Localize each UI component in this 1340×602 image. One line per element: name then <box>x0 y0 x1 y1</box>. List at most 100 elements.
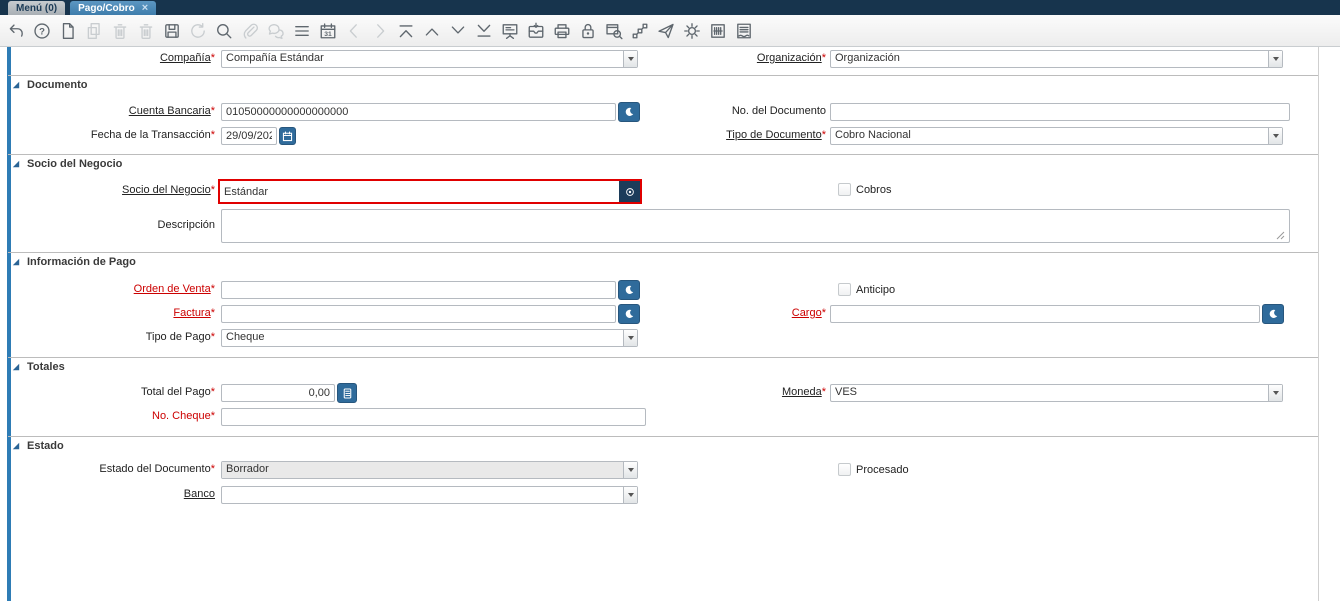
dropdown-arrow-icon[interactable] <box>1268 385 1282 401</box>
compania-select[interactable]: Compañía Estándar <box>221 50 638 68</box>
workflow-icon[interactable] <box>631 22 649 40</box>
moneda-select[interactable]: VES <box>830 384 1283 402</box>
payment-form: Compañía* Compañía Estándar Organización… <box>0 47 1340 601</box>
export-icon[interactable] <box>709 22 727 40</box>
anticipo-checkbox-label: Anticipo <box>856 284 895 296</box>
socio-negocio-field[interactable] <box>220 181 619 202</box>
no-documento-field[interactable] <box>830 103 1290 121</box>
cuenta-bancaria-label[interactable]: Cuenta Bancaria* <box>0 105 215 117</box>
tipo-pago-value: Cheque <box>222 330 623 346</box>
banco-select[interactable] <box>221 486 638 504</box>
requests-icon[interactable] <box>657 22 675 40</box>
orden-venta-label[interactable]: Orden de Venta* <box>0 283 215 295</box>
total-pago-calculator-button[interactable] <box>337 383 357 403</box>
toolbar: ? 31 <box>0 15 1340 47</box>
tipo-documento-label[interactable]: Tipo de Documento* <box>644 129 826 141</box>
tab-pago-cobro[interactable]: Pago/Cobro × <box>70 1 156 15</box>
dropdown-arrow-icon[interactable] <box>1268 128 1282 144</box>
process-icon[interactable] <box>683 22 701 40</box>
section-documento[interactable]: Documento <box>12 79 88 91</box>
calendar-icon[interactable]: 31 <box>319 22 337 40</box>
previous-record-icon[interactable] <box>423 22 441 40</box>
new-record-icon[interactable] <box>59 22 77 40</box>
delete-record-icon[interactable] <box>111 22 129 40</box>
lookup-icon <box>623 106 636 119</box>
undo-icon[interactable] <box>7 22 25 40</box>
section-estado[interactable]: Estado <box>12 440 64 452</box>
dropdown-arrow-icon[interactable] <box>623 462 637 478</box>
close-tab-icon[interactable]: × <box>142 3 148 13</box>
detail-record-icon[interactable] <box>371 22 389 40</box>
organizacion-label[interactable]: Organización* <box>644 52 826 64</box>
calculator-icon <box>341 387 354 400</box>
section-totales[interactable]: Totales <box>12 361 65 373</box>
parent-record-icon[interactable] <box>345 22 363 40</box>
dropdown-arrow-icon[interactable] <box>1268 51 1282 67</box>
factura-field[interactable] <box>221 305 616 323</box>
copy-record-icon[interactable] <box>85 22 103 40</box>
archive-icon[interactable] <box>527 22 545 40</box>
procesado-checkbox[interactable] <box>838 463 851 476</box>
cobros-checkbox[interactable] <box>838 183 851 196</box>
factura-label[interactable]: Factura* <box>0 307 215 319</box>
calendar-icon <box>281 130 294 143</box>
section-socio[interactable]: Socio del Negocio <box>12 158 122 170</box>
tipo-documento-value: Cobro Nacional <box>831 128 1268 144</box>
organizacion-select[interactable]: Organización <box>830 50 1283 68</box>
save-icon[interactable] <box>163 22 181 40</box>
moneda-label[interactable]: Moneda* <box>644 386 826 398</box>
factura-lookup-button[interactable] <box>618 304 640 324</box>
delete-selection-icon[interactable] <box>137 22 155 40</box>
orden-venta-lookup-button[interactable] <box>618 280 640 300</box>
descripcion-field[interactable] <box>221 209 1290 243</box>
attachment-icon[interactable] <box>241 22 259 40</box>
orden-venta-field[interactable] <box>221 281 616 299</box>
section-collapse-icon <box>12 81 20 89</box>
section-divider <box>8 154 1318 155</box>
tab-menu-label: Menú (0) <box>16 3 57 14</box>
cuenta-bancaria-lookup-button[interactable] <box>618 102 640 122</box>
organizacion-value: Organización <box>831 51 1268 67</box>
requery-icon[interactable] <box>189 22 207 40</box>
tab-menu[interactable]: Menú (0) <box>8 1 65 15</box>
total-pago-field[interactable] <box>221 384 335 402</box>
socio-negocio-field-selected[interactable] <box>218 179 642 204</box>
first-record-icon[interactable] <box>397 22 415 40</box>
section-informacion-pago[interactable]: Información de Pago <box>12 256 136 268</box>
estado-documento-select[interactable]: Borrador <box>221 461 638 479</box>
fecha-calendar-button[interactable] <box>279 127 296 145</box>
cuenta-bancaria-field[interactable] <box>221 103 616 121</box>
cargo-field[interactable] <box>830 305 1260 323</box>
socio-negocio-label[interactable]: Socio del Negocio* <box>0 184 215 196</box>
dropdown-arrow-icon[interactable] <box>623 330 637 346</box>
tab-bar: Menú (0) Pago/Cobro × <box>0 0 1340 15</box>
print-icon[interactable] <box>553 22 571 40</box>
grid-toggle-icon[interactable] <box>293 22 311 40</box>
report-icon[interactable] <box>501 22 519 40</box>
record-info-icon <box>624 186 636 198</box>
section-divider <box>8 252 1318 253</box>
panel-right-border <box>1318 47 1319 601</box>
cargo-label[interactable]: Cargo* <box>644 307 826 319</box>
find-record-icon[interactable] <box>215 22 233 40</box>
help-icon[interactable]: ? <box>33 22 51 40</box>
resize-handle-icon[interactable] <box>1276 231 1285 240</box>
total-pago-label: Total del Pago* <box>0 386 215 398</box>
bpartner-info-button[interactable] <box>619 181 640 202</box>
banco-label[interactable]: Banco <box>0 488 215 500</box>
anticipo-checkbox[interactable] <box>838 283 851 296</box>
tipo-documento-select[interactable]: Cobro Nacional <box>830 127 1283 145</box>
cargo-lookup-button[interactable] <box>1262 304 1284 324</box>
next-record-icon[interactable] <box>449 22 467 40</box>
report-menu-icon[interactable] <box>735 22 753 40</box>
no-cheque-field[interactable] <box>221 408 646 426</box>
dropdown-arrow-icon[interactable] <box>623 51 637 67</box>
lock-icon[interactable] <box>579 22 597 40</box>
fecha-transaccion-field[interactable] <box>221 127 277 145</box>
tipo-pago-select[interactable]: Cheque <box>221 329 638 347</box>
compania-label[interactable]: Compañía* <box>0 52 215 64</box>
chat-icon[interactable] <box>267 22 285 40</box>
dropdown-arrow-icon[interactable] <box>623 487 637 503</box>
last-record-icon[interactable] <box>475 22 493 40</box>
zoom-across-icon[interactable] <box>605 22 623 40</box>
